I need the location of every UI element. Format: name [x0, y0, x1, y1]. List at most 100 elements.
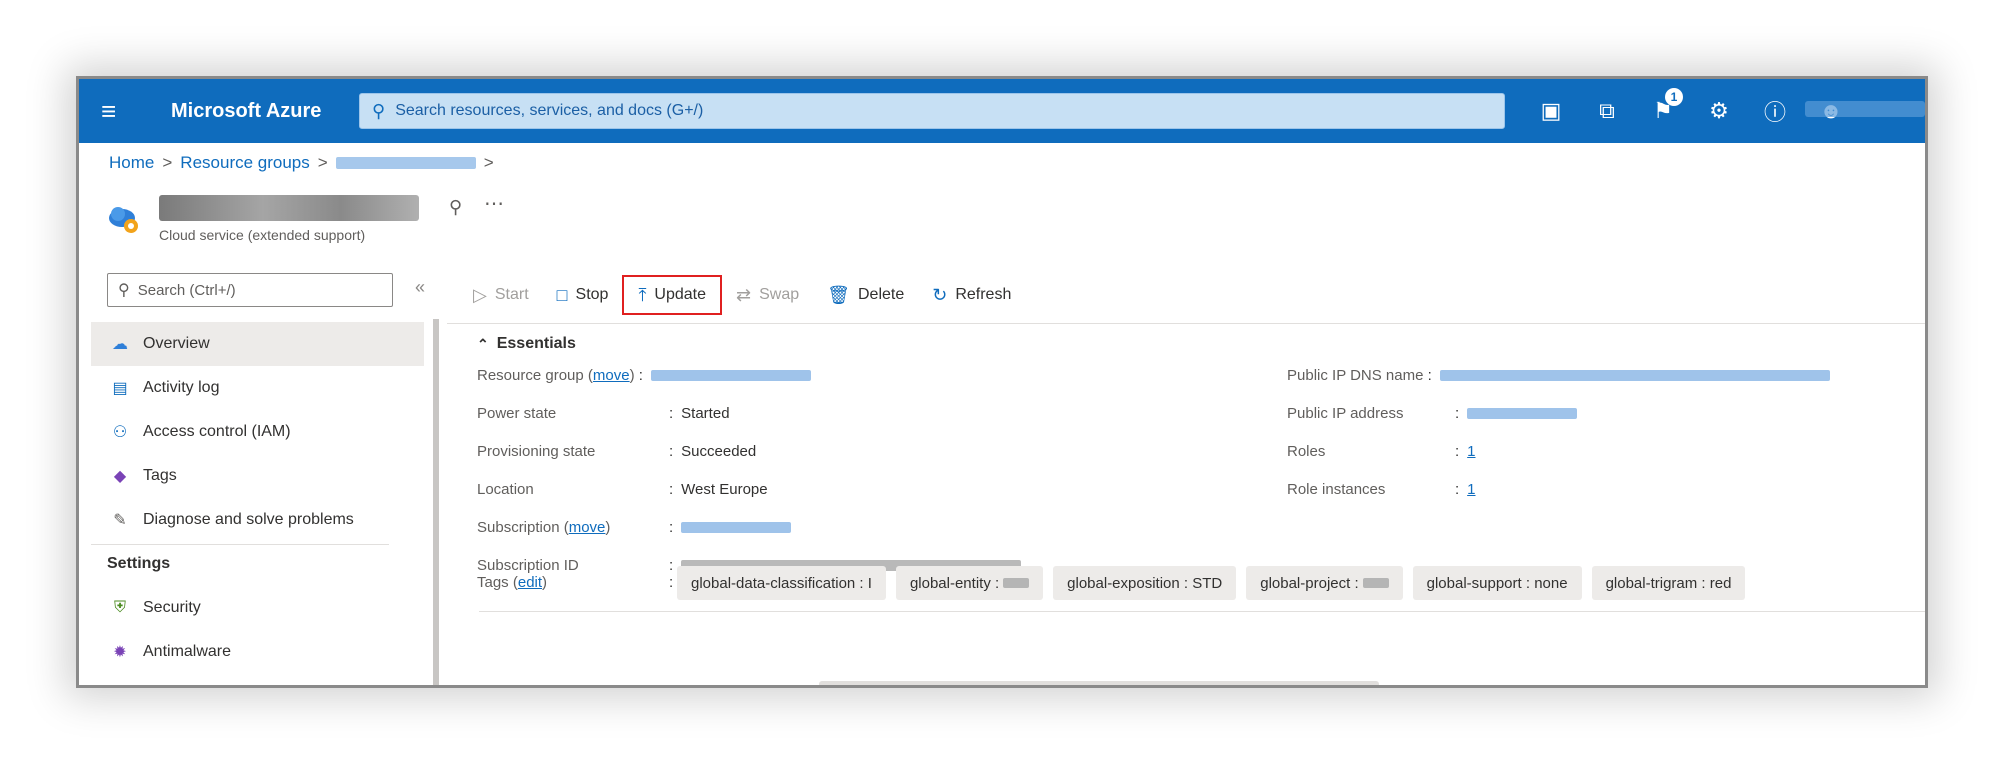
prop-provisioning-state: Provisioning state : Succeeded	[477, 443, 756, 460]
brand-title[interactable]: Microsoft Azure	[171, 100, 321, 123]
colon: :	[669, 574, 674, 591]
directory-filter-icon[interactable]: ⧉	[1579, 98, 1635, 124]
prop-label: Tags (edit)	[477, 574, 548, 591]
subscription-value-redacted[interactable]	[681, 522, 792, 533]
global-search-input[interactable]: ⚲ Search resources, services, and docs (…	[359, 93, 1505, 129]
sidebar-item-access-control[interactable]: ⚇ Access control (IAM)	[91, 410, 424, 454]
resource-type-subtitle: Cloud service (extended support)	[159, 227, 366, 243]
prop-role-instances: Role instances : 1	[1287, 481, 1476, 498]
prop-roles: Roles : 1	[1287, 443, 1476, 460]
sidebar-item-label: Diagnose and solve problems	[143, 511, 354, 528]
sidebar-item-label: Security	[143, 599, 201, 616]
prop-public-ip-dns: Public IP DNS name :	[1287, 367, 1830, 384]
colon: :	[669, 405, 674, 422]
roles-value-link[interactable]: 1	[1467, 443, 1475, 460]
pin-icon[interactable]: ⚲	[449, 197, 462, 218]
sidebar-item-activity-log[interactable]: ▤ Activity log	[91, 366, 424, 410]
tag-chip[interactable]: global-entity :	[895, 566, 1044, 600]
prop-power-state: Power state : Started	[477, 405, 730, 422]
colon: :	[634, 367, 643, 384]
tag-value-redacted	[1362, 578, 1389, 588]
tag-chip[interactable]: global-exposition : STD	[1053, 566, 1237, 600]
essentials-toggle[interactable]: ⌃ Essentials	[477, 335, 576, 353]
edit-tags-link[interactable]: edit	[518, 574, 542, 591]
tag-text: global-exposition : STD	[1067, 574, 1223, 592]
tags-list: global-data-classification : I global-en…	[677, 566, 1755, 600]
delete-button[interactable]: 🗑 Delete	[813, 275, 918, 315]
resource-group-label: Resource group	[477, 367, 584, 384]
cloud-service-icon	[109, 207, 138, 233]
command-bar-divider	[447, 323, 1925, 324]
sidebar-splitter[interactable]	[433, 319, 439, 685]
public-ip-address-label: Public IP address	[1287, 405, 1404, 422]
account-avatar[interactable]	[1805, 101, 1925, 117]
settings-gear-icon[interactable]: ⚙	[1691, 98, 1747, 124]
refresh-button[interactable]: ↻ Refresh	[918, 275, 1025, 315]
hamburger-menu-icon[interactable]: ≡	[101, 98, 141, 124]
sidebar-item-diagnose[interactable]: ✎ Diagnose and solve problems	[91, 498, 424, 542]
swap-label: Swap	[759, 286, 800, 303]
colon: :	[669, 443, 674, 460]
tag-icon: ◆	[113, 468, 127, 485]
search-icon: ⚲	[118, 282, 130, 299]
collapse-sidebar-icon[interactable]: «	[415, 277, 425, 298]
colon: :	[1455, 443, 1460, 460]
roles-label: Roles	[1287, 443, 1326, 460]
tag-chip[interactable]: global-project :	[1246, 566, 1403, 600]
start-button[interactable]: ▷ Start	[459, 275, 543, 315]
cloud-shell-icon[interactable]: ▣	[1523, 98, 1579, 124]
move-resource-group-link[interactable]: move	[593, 367, 630, 384]
sidebar-item-label: Antimalware	[143, 643, 232, 660]
breadcrumb-home[interactable]: Home	[109, 153, 154, 173]
tag-text: global-project :	[1260, 574, 1359, 592]
more-options-icon[interactable]: ⋯	[484, 191, 504, 216]
activity-log-icon: ▤	[112, 380, 128, 397]
sidebar-item-antimalware[interactable]: ✹ Antimalware	[91, 630, 424, 674]
stop-label: Stop	[575, 286, 609, 303]
help-icon[interactable]: ⓘ	[1747, 95, 1803, 127]
sidebar-item-label: Activity log	[143, 379, 220, 396]
breadcrumb-separator: >	[317, 153, 328, 172]
breadcrumb-resource-groups[interactable]: Resource groups	[180, 153, 309, 173]
sidebar-section-settings: Settings	[107, 555, 171, 572]
role-instances-value-link[interactable]: 1	[1467, 481, 1475, 498]
top-navigation-bar: ≡ Microsoft Azure ⚲ Search resources, se…	[79, 79, 1925, 143]
prop-public-ip-address: Public IP address :	[1287, 405, 1578, 422]
sidebar-nav: ☁ Overview ▤ Activity log ⚇ Access contr…	[91, 322, 424, 674]
trash-icon: 🗑	[827, 284, 850, 305]
tag-chip[interactable]: global-data-classification : I	[677, 566, 886, 600]
breadcrumb: Home > Resource groups > >	[109, 153, 502, 173]
sidebar-search-input[interactable]: ⚲ Search (Ctrl+/)	[107, 273, 393, 307]
breadcrumb-resource-group-redacted[interactable]	[335, 157, 476, 169]
notifications-bell-icon[interactable]: ⚑ 1	[1635, 88, 1691, 124]
tag-text: global-entity :	[909, 574, 1000, 592]
power-state-value: Started	[681, 405, 730, 422]
tag-text: global-support : none	[1426, 574, 1568, 592]
tag-text: global-data-classification : I	[691, 574, 872, 592]
stop-button[interactable]: □ Stop	[543, 275, 623, 315]
prop-tags: Tags (edit) :	[477, 574, 681, 591]
refresh-icon: ↻	[932, 284, 948, 305]
swap-button[interactable]: ⇄ Swap	[722, 275, 813, 315]
subscription-id-label: Subscription ID	[477, 557, 579, 574]
move-subscription-link[interactable]: move	[569, 519, 606, 536]
essentials-title: Essentials	[496, 335, 576, 352]
essentials-divider	[479, 611, 1925, 612]
tag-chip[interactable]: global-support : none	[1412, 566, 1582, 600]
sidebar-item-overview[interactable]: ☁ Overview	[91, 322, 424, 366]
public-ip-dns-value-redacted[interactable]	[1439, 370, 1830, 381]
power-state-label: Power state	[477, 405, 557, 422]
resource-group-value-redacted[interactable]	[650, 370, 811, 381]
browser-frame: ≡ Microsoft Azure ⚲ Search resources, se…	[76, 76, 1928, 688]
sidebar-item-tags[interactable]: ◆ Tags	[91, 454, 424, 498]
notification-badge: 1	[1665, 88, 1683, 106]
refresh-label: Refresh	[955, 286, 1012, 303]
iam-icon: ⚇	[112, 424, 128, 441]
horizontal-scrollbar[interactable]	[819, 681, 1379, 685]
update-button[interactable]: ⤒ Update	[622, 275, 722, 315]
tag-chip[interactable]: global-trigram : red	[1591, 566, 1746, 600]
prop-subscription: Subscription (move) :	[477, 519, 792, 536]
colon: :	[669, 519, 674, 536]
sidebar-item-security[interactable]: ⛨ Security	[91, 586, 424, 630]
public-ip-address-value-redacted[interactable]	[1467, 408, 1578, 419]
